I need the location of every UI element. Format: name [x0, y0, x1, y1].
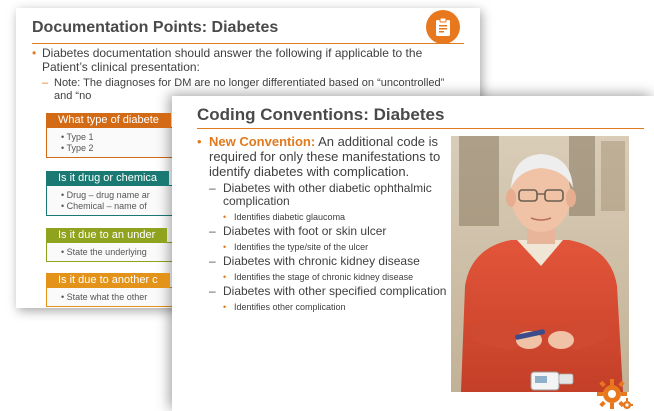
- box-header: Is it due to an under: [46, 228, 168, 243]
- box-header: Is it drug or chemica: [46, 171, 170, 186]
- coding-slide-body: • New Convention: An additional code is …: [197, 134, 449, 312]
- box-header: Is it due to another c: [46, 273, 170, 288]
- slide-collage: Documentation Points: Diabetes • Diabete…: [0, 0, 654, 411]
- coding-conventions-slide: Coding Conventions: Diabetes • New Conve…: [172, 96, 654, 411]
- documentation-slide-body: • Diabetes documentation should answer t…: [32, 46, 462, 103]
- convention-bullet: • New Convention: An additional code is …: [197, 134, 441, 179]
- list-item: – Diabetes with foot or skin ulcer: [209, 224, 387, 238]
- list-item: – Diabetes with other diabetic ophthalmi…: [209, 181, 432, 208]
- list-subitem: • Identifies the type/site of the ulcer: [223, 242, 369, 252]
- list-subitem: • Identifies other complication: [223, 302, 346, 312]
- convention-label: New Convention:: [209, 134, 316, 149]
- bullet-item: • Diabetes documentation should answer t…: [32, 46, 462, 74]
- bullet-text: Diabetes documentation should answer the…: [42, 46, 423, 74]
- patient-photo: [451, 136, 629, 392]
- title-divider: [32, 43, 464, 44]
- gear-icon: [594, 376, 634, 410]
- title-divider: [197, 128, 644, 129]
- box-header: What type of diabete: [46, 113, 171, 128]
- documentation-slide-title: Documentation Points: Diabetes: [32, 19, 279, 36]
- coding-slide-title: Coding Conventions: Diabetes: [197, 105, 445, 124]
- clipboard-icon: [426, 10, 460, 44]
- list-item: – Diabetes with chronic kidney disease: [209, 254, 420, 268]
- list-item: – Diabetes with other specified complica…: [209, 284, 447, 298]
- list-subitem: • Identifies diabetic glaucoma: [223, 212, 346, 222]
- list-subitem: • Identifies the stage of chronic kidney…: [223, 272, 414, 282]
